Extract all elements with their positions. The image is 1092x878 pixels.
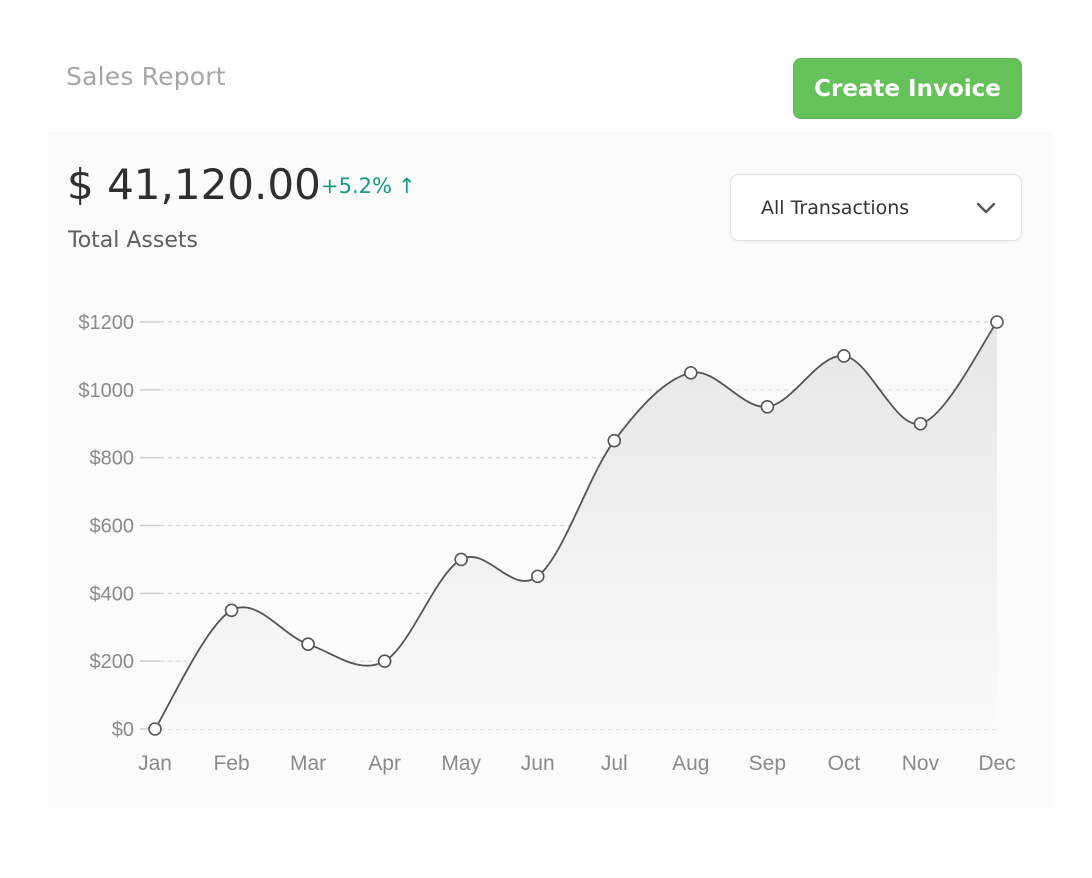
x-axis: Jan Feb Mar Apr May Jun Jul Aug Sep Oct Nov Dec [138, 752, 1016, 775]
data-point-mar[interactable] [301, 637, 315, 652]
data-point-jan[interactable] [148, 722, 162, 736]
x-tick-label: Nov [902, 752, 940, 775]
x-tick-label: Sep [749, 752, 786, 775]
y-axis: $0 $200 $400 $600 $800 $1000 $1200 [78, 312, 134, 741]
data-point-nov[interactable] [913, 416, 928, 431]
x-tick-label: Apr [368, 752, 401, 775]
x-tick-label: May [441, 752, 481, 775]
data-point-aug[interactable] [684, 366, 698, 380]
y-tick-label: $400 [90, 583, 135, 605]
x-tick-label: Dec [978, 752, 1015, 775]
y-tick-label: $1000 [78, 380, 134, 402]
data-point-sep[interactable] [760, 399, 775, 414]
x-tick-label: Aug [672, 752, 709, 775]
data-point-jun[interactable] [530, 569, 545, 584]
data-point-oct[interactable] [837, 349, 851, 363]
x-tick-label: Mar [290, 752, 326, 775]
x-tick-label: Jan [138, 752, 172, 775]
data-point-feb[interactable] [224, 603, 239, 618]
y-tick-label: $800 [90, 448, 135, 470]
data-point-apr[interactable] [377, 654, 392, 668]
x-tick-label: Oct [828, 752, 861, 775]
x-tick-label: Jul [601, 752, 628, 775]
sales-area-chart: Jan Feb Mar Apr May Jun Jul Aug Sep Oct Nov Dec $0$… [78, 312, 1016, 775]
data-point-jul[interactable] [607, 433, 622, 448]
y-tick-label: $0 [112, 719, 134, 741]
data-point-dec[interactable] [990, 315, 1004, 329]
data-point-may[interactable] [454, 552, 468, 567]
y-tick-label: $200 [90, 651, 135, 673]
y-tick-label: $600 [90, 516, 135, 538]
x-tick-label: Jun [521, 752, 555, 775]
x-tick-label: Feb [213, 752, 249, 775]
y-tick-label: $1200 [78, 312, 134, 334]
